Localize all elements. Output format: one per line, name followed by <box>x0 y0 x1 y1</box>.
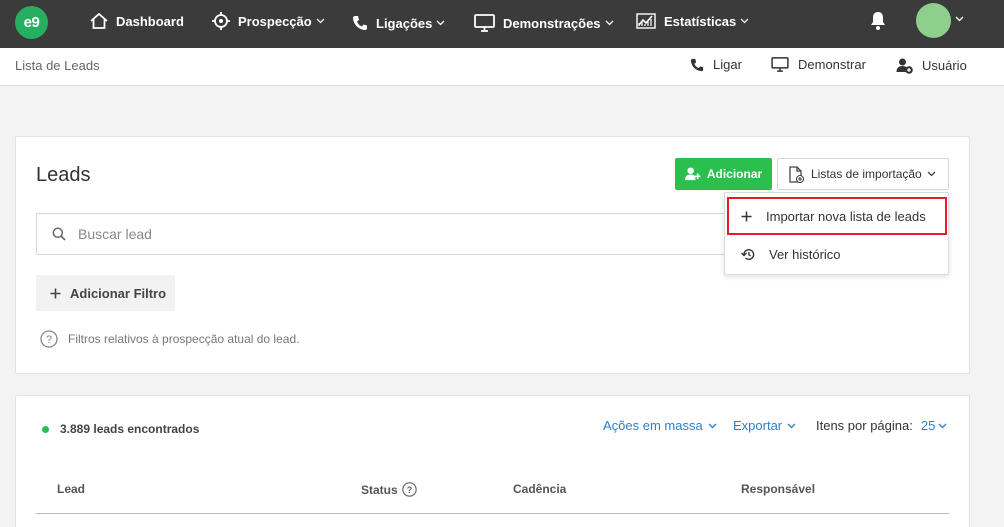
search-box <box>36 213 736 255</box>
export-dropdown[interactable]: Exportar <box>733 418 796 433</box>
phone-icon <box>690 58 704 72</box>
top-navigation-bar: e9 Dashboard Prospecção Ligações Demonst… <box>0 0 1004 48</box>
nav-item-demonstracoes[interactable]: Demonstrações <box>474 2 614 44</box>
chart-icon <box>636 13 656 29</box>
nav-item-label: Dashboard <box>116 13 184 29</box>
phone-icon <box>352 15 368 31</box>
sub-header-bar: Lista de Leads Ligar Demonstrar Usuário <box>0 48 1004 86</box>
help-circle-icon: ? <box>40 330 58 348</box>
bulk-actions-dropdown[interactable]: Ações em massa <box>603 418 717 433</box>
nav-item-label: Ligações <box>376 15 433 31</box>
history-icon <box>741 248 755 261</box>
column-header-status[interactable]: Status ? <box>361 482 417 497</box>
home-icon <box>90 13 108 29</box>
user-add-icon <box>896 57 913 74</box>
chevron-down-icon <box>436 20 445 26</box>
import-lists-button[interactable]: Listas de importação <box>777 158 949 190</box>
plus-icon <box>50 288 61 299</box>
monitor-icon <box>771 57 789 72</box>
add-lead-button[interactable]: Adicionar <box>675 158 772 190</box>
results-count: 3.889 leads encontrados <box>42 422 199 436</box>
chevron-down-icon[interactable] <box>955 16 964 22</box>
chevron-down-icon <box>708 423 717 429</box>
user-action-button[interactable]: Usuário <box>896 57 967 74</box>
column-header-cadencia[interactable]: Cadência <box>513 482 566 496</box>
chevron-down-icon[interactable] <box>938 423 947 429</box>
nav-item-label: Prospecção <box>238 13 312 29</box>
add-filter-button[interactable]: Adicionar Filtro <box>36 275 175 311</box>
user-add-icon <box>684 167 701 181</box>
app-logo[interactable]: e9 <box>15 6 48 39</box>
chevron-down-icon <box>316 18 325 24</box>
nav-item-dashboard[interactable]: Dashboard <box>90 0 184 42</box>
search-input[interactable] <box>78 226 678 242</box>
column-header-lead[interactable]: Lead <box>57 482 85 496</box>
nav-item-prospeccao[interactable]: Prospecção <box>212 0 325 42</box>
import-lists-dropdown: Importar nova lista de leads Ver históri… <box>724 192 949 275</box>
bell-icon[interactable] <box>869 11 887 31</box>
file-add-icon <box>788 165 804 183</box>
target-icon <box>212 12 230 30</box>
chevron-down-icon <box>605 20 614 26</box>
nav-item-label: Estatísticas <box>664 13 737 29</box>
user-avatar[interactable] <box>916 3 951 38</box>
svg-text:?: ? <box>46 334 52 346</box>
call-action-button[interactable]: Ligar <box>690 57 742 72</box>
results-card: 3.889 leads encontrados Ações em massa E… <box>15 395 970 527</box>
demo-action-button[interactable]: Demonstrar <box>771 57 866 72</box>
svg-text:?: ? <box>406 485 412 495</box>
chevron-down-icon <box>927 171 936 177</box>
filter-hint: ? Filtros relativos à prospecção atual d… <box>40 330 299 348</box>
nav-item-label: Demonstrações <box>503 15 601 31</box>
chevron-down-icon <box>740 18 749 24</box>
page-title: Leads <box>36 164 91 186</box>
plus-icon <box>741 211 752 222</box>
chevron-down-icon <box>787 423 796 429</box>
column-header-responsavel[interactable]: Responsável <box>741 482 815 496</box>
breadcrumb: Lista de Leads <box>15 58 100 73</box>
nav-item-estatisticas[interactable]: Estatísticas <box>636 0 749 42</box>
table-header-divider <box>36 513 949 514</box>
status-dot <box>42 425 49 433</box>
nav-item-ligacoes[interactable]: Ligações <box>352 2 445 44</box>
view-history-menu-item[interactable]: Ver histórico <box>725 236 948 272</box>
import-new-list-menu-item[interactable]: Importar nova lista de leads <box>727 197 947 235</box>
help-circle-icon[interactable]: ? <box>401 482 417 497</box>
monitor-icon <box>474 14 495 32</box>
search-icon <box>52 227 66 241</box>
items-per-page: Itens por página: 25 <box>816 418 947 433</box>
items-per-page-select[interactable]: 25 <box>921 418 935 433</box>
